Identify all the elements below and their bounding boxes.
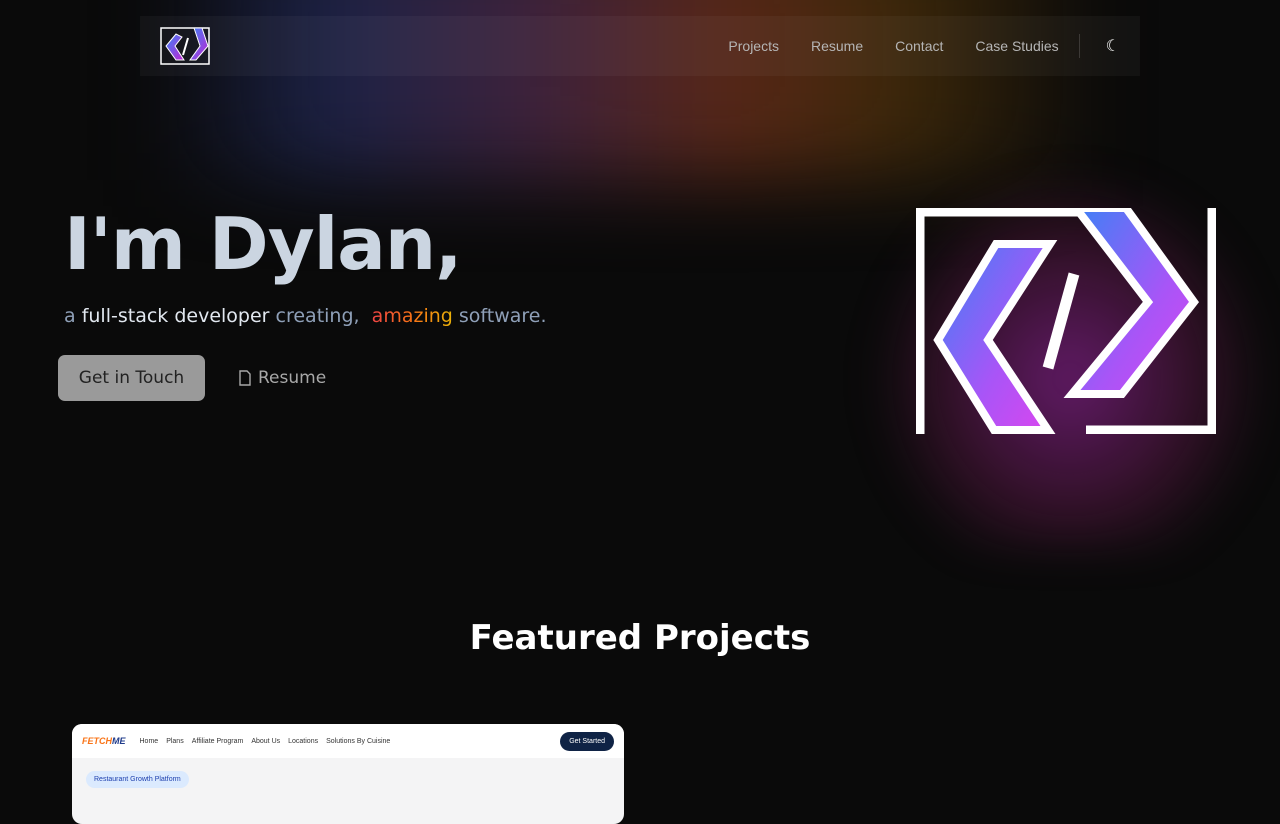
preview-get-started: Get Started [560, 731, 614, 751]
resume-button[interactable]: Resume [238, 355, 326, 401]
sub-creating: creating, [275, 305, 360, 327]
moon-icon[interactable]: ☾ [1106, 36, 1120, 56]
nav-case-studies[interactable]: Case Studies [975, 38, 1058, 54]
nav-contact[interactable]: Contact [895, 38, 943, 54]
resume-label: Resume [258, 368, 327, 388]
logo-icon[interactable] [160, 27, 210, 65]
sub-a: a [64, 305, 76, 327]
featured-projects-title: Featured Projects [469, 618, 811, 658]
sub-role: full-stack developer [81, 305, 270, 327]
project-preview-header: FETCHME Home Plans Affiliate Program Abo… [72, 724, 624, 758]
preview-pill: Restaurant Growth Platform [86, 771, 189, 788]
sub-software: software. [458, 305, 547, 327]
project-card-fetchme[interactable]: FETCHME Home Plans Affiliate Program Abo… [72, 724, 624, 824]
preview-nav-item: About Us [251, 737, 281, 745]
nav-divider [1078, 34, 1080, 58]
get-in-touch-button[interactable]: Get in Touch [58, 355, 205, 401]
nav-projects[interactable]: Projects [728, 38, 779, 54]
hero-logo-icon [916, 208, 1216, 434]
hero-subtitle: a full-stack developer creating, amazing… [64, 305, 547, 327]
hero-title: I'm Dylan, [64, 202, 462, 286]
top-nav: Projects Resume Contact Case Studies ☾ [140, 16, 1140, 76]
preview-nav-item: Home [139, 737, 159, 745]
preview-nav-item: Plans [166, 737, 184, 745]
nav-resume[interactable]: Resume [811, 38, 863, 54]
preview-nav-item: Solutions By Cuisine [326, 737, 391, 745]
preview-nav-item: Locations [288, 737, 319, 745]
file-icon [239, 370, 251, 386]
preview-nav-item: Affiliate Program [191, 737, 244, 745]
sub-amazing: amazing [371, 305, 453, 327]
fetchme-logo: FETCHME [82, 736, 126, 746]
